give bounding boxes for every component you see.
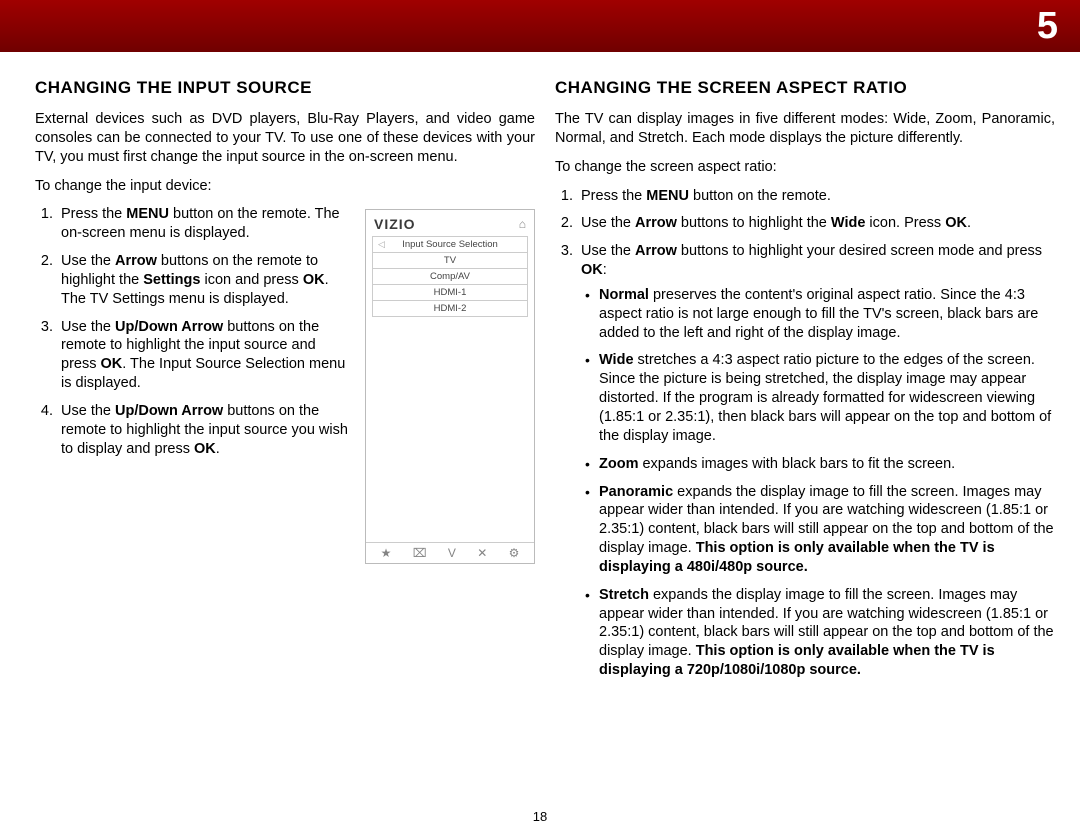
chapter-bar: 5 [0,0,1080,52]
v-icon: V [448,546,456,560]
right-column: CHANGING THE SCREEN ASPECT RATIO The TV … [555,72,1055,692]
ss-menu: ◁ Input Source Selection TV Comp/AV HDMI… [372,236,528,317]
ss-item: HDMI-2 [372,300,528,317]
ss-header: VIZIO ⌂ [366,210,534,236]
mode-stretch: Stretch expands the display image to fil… [599,586,1055,680]
ss-menu-title: Input Source Selection [402,239,498,250]
left-lead: To change the input device: [35,177,535,196]
ss-footer: ★ ⌧ V ✕ ⚙ [366,542,534,563]
close-icon: ✕ [477,546,487,560]
left-intro: External devices such as DVD players, Bl… [35,110,535,167]
left-steps-text: Press the MENU button on the remote. The… [35,205,351,564]
ss-item: HDMI-1 [372,284,528,300]
ss-item: TV [372,252,528,268]
ss-item: Comp/AV [372,268,528,284]
r-step-2: Use the Arrow buttons to highlight the W… [577,214,1055,233]
left-heading: CHANGING THE INPUT SOURCE [35,78,535,98]
step-4: Use the Up/Down Arrow buttons on the rem… [57,402,351,459]
vizio-logo: VIZIO [374,216,416,232]
page-number: 18 [0,809,1080,824]
page-content: CHANGING THE INPUT SOURCE External devic… [0,52,1080,702]
left-steps-list: Press the MENU button on the remote. The… [35,205,351,458]
step-3: Use the Up/Down Arrow buttons on the rem… [57,318,351,393]
mode-panoramic: Panoramic expands the display image to f… [599,483,1055,577]
right-intro: The TV can display images in five differ… [555,110,1055,148]
step-1: Press the MENU button on the remote. The… [57,205,351,243]
left-column: CHANGING THE INPUT SOURCE External devic… [35,72,535,692]
back-triangle-icon: ◁ [378,239,385,250]
right-steps-list: Press the MENU button on the remote. Use… [555,187,1055,680]
home-icon: ⌂ [519,217,526,231]
left-steps-and-shot: Press the MENU button on the remote. The… [35,205,535,564]
mode-normal: Normal preserves the content's original … [599,286,1055,343]
chapter-number: 5 [1037,5,1058,48]
right-lead: To change the screen aspect ratio: [555,158,1055,177]
mode-zoom: Zoom expands images with black bars to f… [599,455,1055,474]
step-2: Use the Arrow buttons on the remote to h… [57,252,351,309]
r-step-1: Press the MENU button on the remote. [577,187,1055,206]
r-step-3: Use the Arrow buttons to highlight your … [577,242,1055,680]
right-heading: CHANGING THE SCREEN ASPECT RATIO [555,78,1055,98]
aspect-mode-list: Normal preserves the content's original … [581,286,1055,680]
tv-menu-screenshot: VIZIO ⌂ ◁ Input Source Selection TV Comp… [365,209,535,564]
gear-icon: ⚙ [509,546,520,560]
star-icon: ★ [381,546,392,560]
ss-menu-title-row: ◁ Input Source Selection [372,236,528,252]
mode-wide: Wide stretches a 4:3 aspect ratio pictur… [599,351,1055,445]
rect-icon: ⌧ [413,546,427,560]
